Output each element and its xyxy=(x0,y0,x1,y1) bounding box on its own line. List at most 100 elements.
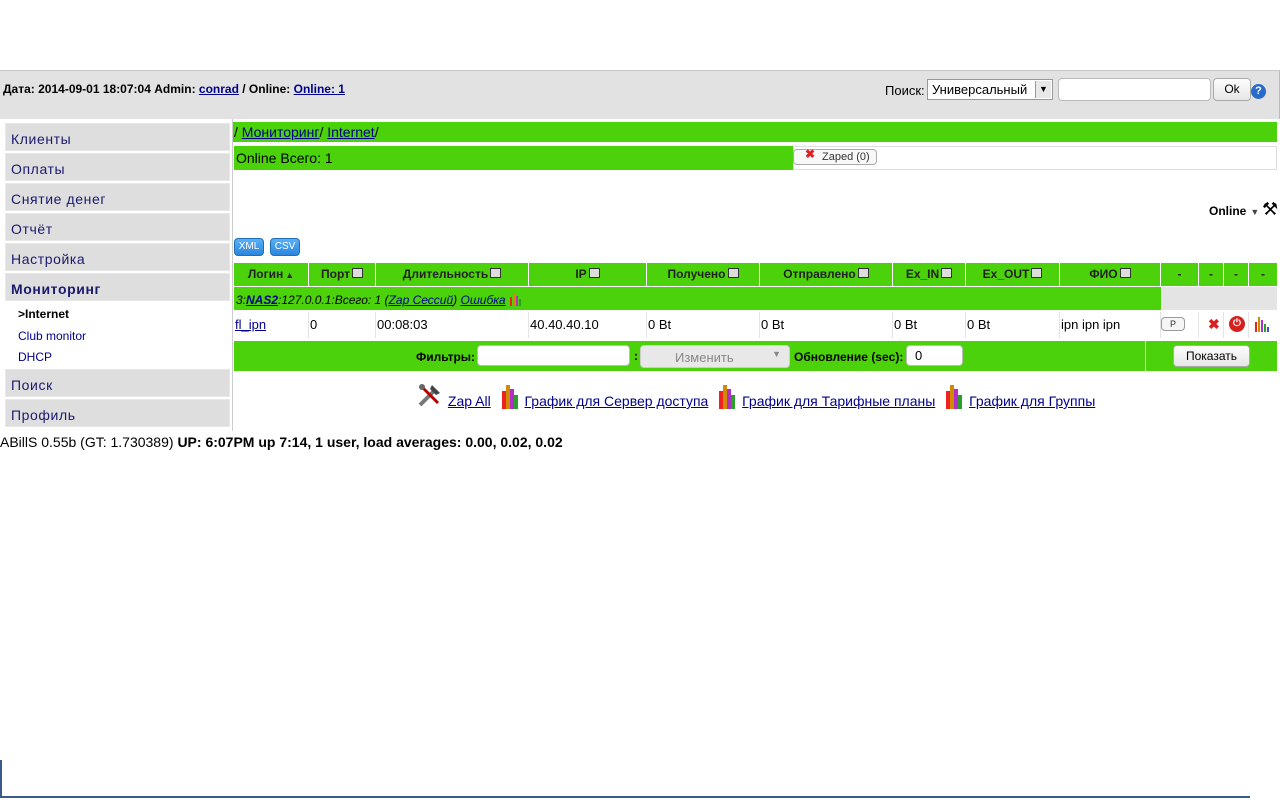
sidebar-subitem-club-monitor[interactable]: Club monitor xyxy=(18,329,86,343)
cell-fio: ipn ipn ipn xyxy=(1060,312,1161,338)
search-ok-button[interactable]: Ok xyxy=(1213,78,1251,101)
version-text: ABillS 0.55b (GT: 1.730389) xyxy=(0,434,174,450)
window-edge xyxy=(0,796,1250,798)
actions-links: Zap All График для Сервер доступа График… xyxy=(416,381,1101,411)
cell-ip: 40.40.40.10 xyxy=(529,312,647,338)
divider xyxy=(1145,341,1146,371)
col-ip[interactable]: IP xyxy=(529,263,647,286)
chart-icon xyxy=(501,385,518,409)
cell-ex-out: 0 Bt xyxy=(966,312,1060,338)
cell-received: 0 Bt xyxy=(647,312,760,338)
csv-export-button[interactable]: CSV xyxy=(270,238,300,256)
sidebar-subitem-dhcp[interactable]: DHCP xyxy=(18,350,52,364)
table-header: Логин ▲ Порт Длительность IP Получено Отп… xyxy=(234,263,1277,286)
help-icon[interactable]: ? xyxy=(1251,84,1266,99)
caret-down-icon: ▼ xyxy=(1250,207,1260,217)
online-link[interactable]: Online: 1 xyxy=(294,82,345,96)
graph-groups-link[interactable]: График для Группы xyxy=(945,383,1095,409)
header-bar: Дата: 2014-09-01 18:07:04 Admin: conrad … xyxy=(0,71,1280,119)
search-label: Поиск: xyxy=(885,83,925,98)
chart-icon xyxy=(946,385,963,409)
tools-icon xyxy=(418,384,440,407)
sidebar-item-clients[interactable]: Клиенты xyxy=(5,123,230,151)
update-label: Обновление (sec): xyxy=(794,350,904,364)
col-fio[interactable]: ФИО xyxy=(1060,263,1161,286)
change-select[interactable]: Изменить ▼ xyxy=(640,345,790,368)
sidebar-item-profile[interactable]: Профиль xyxy=(5,399,230,427)
checkbox-icon xyxy=(1119,268,1131,278)
graph-nas-link[interactable]: График для Сервер доступа xyxy=(501,383,708,409)
col-action-3: - xyxy=(1224,263,1249,286)
col-action-2: - xyxy=(1199,263,1224,286)
sidebar-item-payments[interactable]: Оплаты xyxy=(5,153,230,181)
chart-icon[interactable] xyxy=(509,292,522,306)
sidebar-item-fees[interactable]: Снятие денег xyxy=(5,183,230,211)
show-button[interactable]: Показать xyxy=(1173,345,1250,367)
sidebar-item-monitoring[interactable]: Мониторинг xyxy=(5,273,230,301)
checkbox-icon xyxy=(1031,268,1043,278)
sidebar-item-report[interactable]: Отчёт xyxy=(5,213,230,241)
p-button[interactable]: P xyxy=(1161,317,1185,331)
checkbox-icon xyxy=(588,268,600,278)
filters-label: Фильтры: xyxy=(416,350,476,364)
col-duration[interactable]: Длительность xyxy=(376,263,529,286)
checkbox-icon xyxy=(857,268,869,278)
graph-icon[interactable] xyxy=(1254,316,1270,332)
sort-asc-icon: ▲ xyxy=(285,270,295,280)
col-sent[interactable]: Отправлено xyxy=(760,263,893,286)
nas-group-row: 3:NAS2:127.0.0.1:Всего: 1 (Zap Сессий) О… xyxy=(234,287,1161,310)
graph-tp-link[interactable]: График для Тарифные планы xyxy=(718,383,935,409)
chevron-down-icon: ▼ xyxy=(772,349,781,359)
sidebar-item-settings[interactable]: Настройка xyxy=(5,243,230,271)
group-row-filler xyxy=(1161,287,1277,310)
login-link[interactable]: fl_ipn xyxy=(235,317,266,332)
tools-icon[interactable]: ⚒ xyxy=(1262,199,1278,220)
filter-input[interactable] xyxy=(477,345,630,366)
main-content: / Мониторинг/ Internet/ Online Всего: 1 … xyxy=(233,119,1280,431)
breadcrumb-monitoring[interactable]: Мониторинг xyxy=(242,124,320,140)
cell-duration: 00:08:03 xyxy=(376,312,529,338)
update-interval-input[interactable]: 0 xyxy=(906,345,963,366)
zap-all-link[interactable]: Zap All xyxy=(416,381,491,409)
zap-sessions-link[interactable]: Zap Сессий xyxy=(389,293,454,307)
checkbox-icon xyxy=(727,268,739,278)
power-icon[interactable]: ⏻ xyxy=(1229,316,1245,332)
col-ex-in[interactable]: Ex_IN xyxy=(893,263,966,286)
footer: ABillS 0.55b (GT: 1.730389) UP: 6:07PM u… xyxy=(0,434,563,450)
checkbox-icon xyxy=(490,268,502,278)
col-action-4: - xyxy=(1261,267,1265,281)
checkbox-icon xyxy=(352,268,363,278)
window-edge xyxy=(0,760,2,798)
cell-sent: 0 Bt xyxy=(760,312,893,338)
admin-link[interactable]: conrad xyxy=(199,82,239,96)
uptime-text: UP: 6:07PM up 7:14, 1 user, load average… xyxy=(177,434,563,450)
sidebar: Клиенты Оплаты Снятие денег Отчёт Настро… xyxy=(0,119,233,431)
col-port[interactable]: Порт xyxy=(309,263,376,286)
chevron-down-icon: ▼ xyxy=(1035,81,1051,98)
sidebar-subitem-internet[interactable]: >Internet xyxy=(18,307,69,321)
delete-icon[interactable]: ✖ xyxy=(1208,316,1220,333)
breadcrumb-internet[interactable]: Internet xyxy=(327,124,374,140)
online-menu[interactable]: Online ▼ xyxy=(1209,204,1259,218)
breadcrumb: / Мониторинг/ Internet/ xyxy=(233,122,1277,142)
error-link[interactable]: Ошибка xyxy=(460,293,505,307)
online-total: Online Всего: 1 xyxy=(234,146,793,170)
filter-row: Фильтры: : Изменить ▼ Обновление (sec): 0… xyxy=(234,341,1277,371)
chart-icon xyxy=(719,385,736,409)
nas-link[interactable]: NAS2 xyxy=(246,293,278,307)
col-action-1: - xyxy=(1161,263,1199,286)
checkbox-icon xyxy=(941,268,953,278)
close-icon: ✖ xyxy=(805,147,816,161)
col-login[interactable]: Логин ▲ xyxy=(234,263,309,286)
sidebar-item-search[interactable]: Поиск xyxy=(5,369,230,397)
col-ex-out[interactable]: Ex_OUT xyxy=(966,263,1060,286)
header-info: Дата: 2014-09-01 18:07:04 Admin: conrad … xyxy=(3,82,345,96)
cell-ex-in: 0 Bt xyxy=(893,312,966,338)
col-received[interactable]: Получено xyxy=(647,263,760,286)
xml-export-button[interactable]: XML xyxy=(234,238,264,256)
search-type-select[interactable]: Универсальный ▼ xyxy=(927,79,1053,100)
cell-login[interactable]: fl_ipn xyxy=(234,312,309,338)
search-input[interactable] xyxy=(1058,78,1211,101)
date-value: 2014-09-01 18:07:04 xyxy=(38,82,151,96)
table-row: fl_ipn 0 00:08:03 40.40.40.10 0 Bt 0 Bt … xyxy=(234,312,1277,338)
